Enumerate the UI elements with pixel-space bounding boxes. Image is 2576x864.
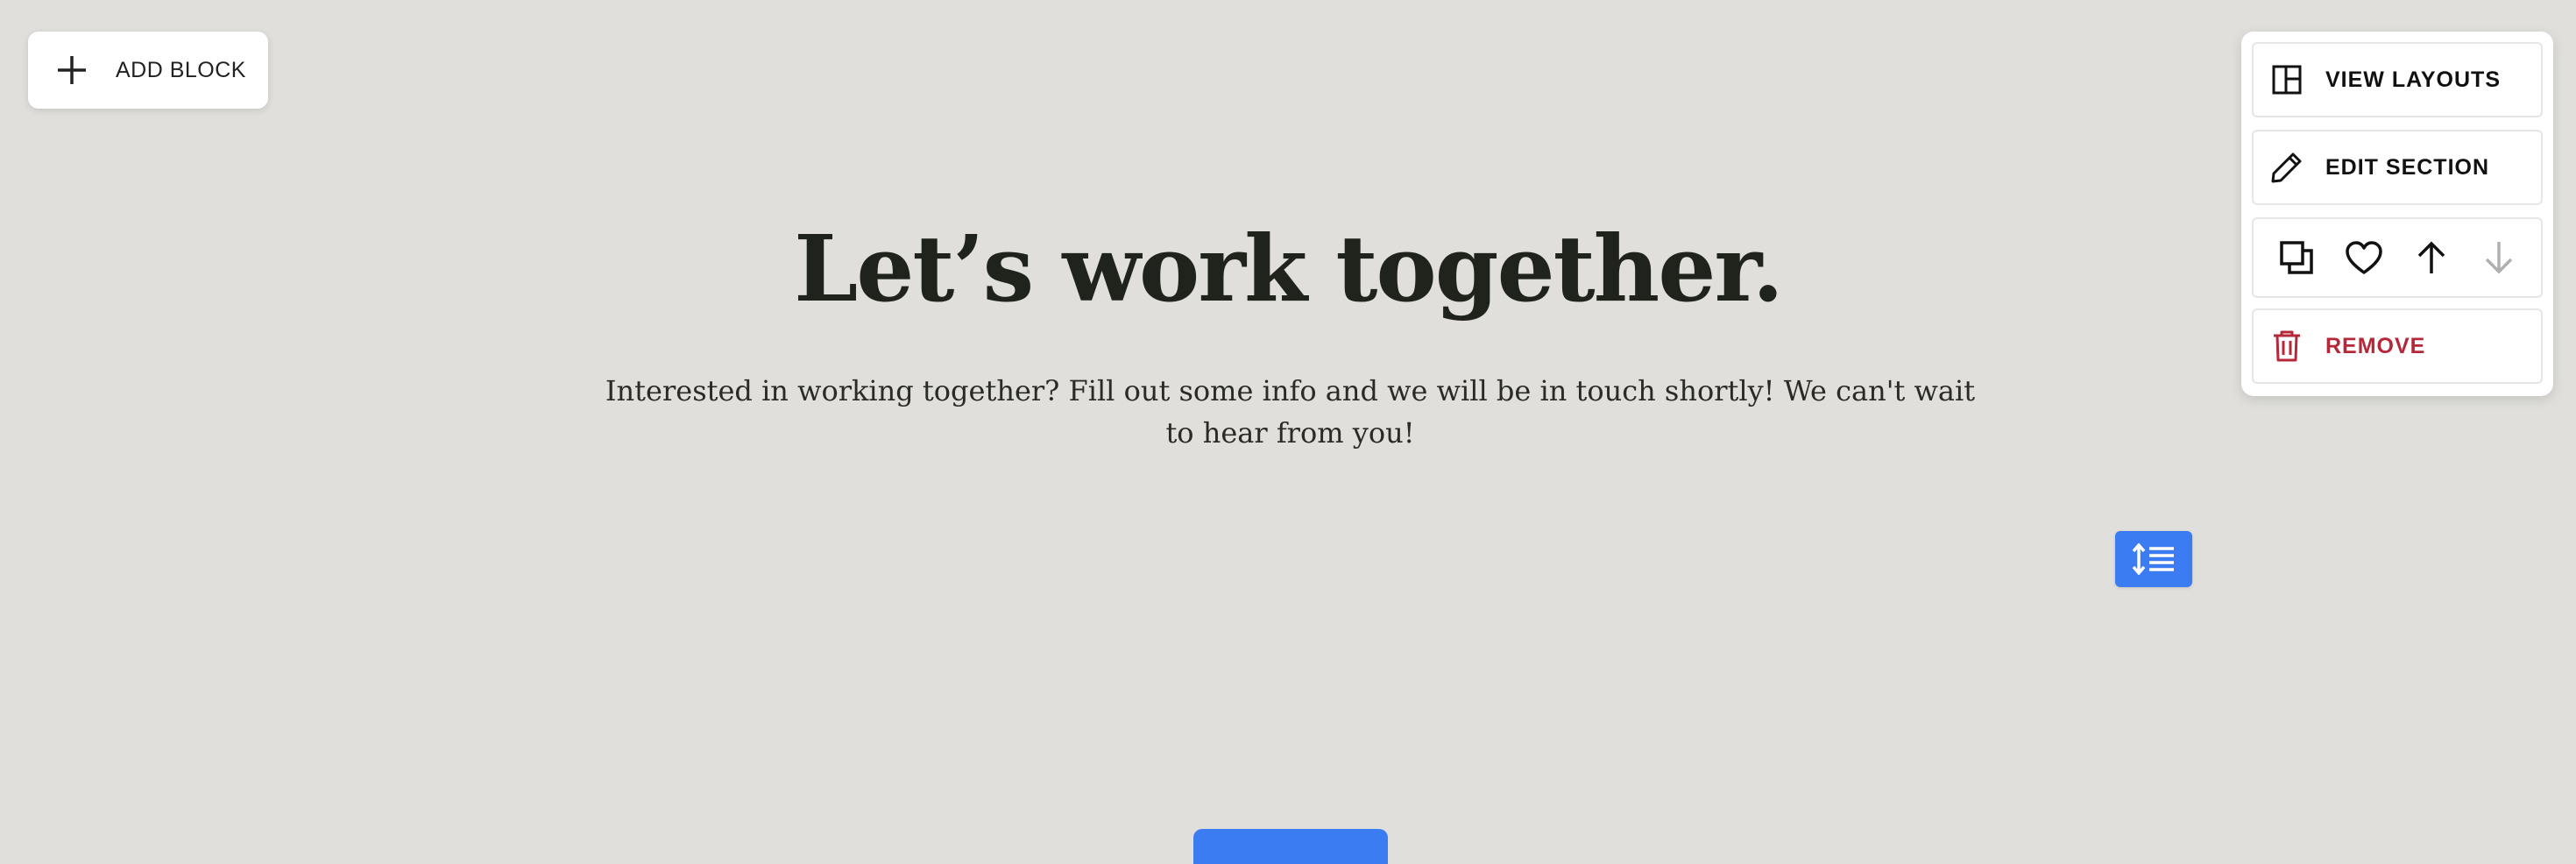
move-down-button[interactable] <box>2474 233 2523 282</box>
duplicate-icon[interactable] <box>2272 233 2321 282</box>
pencil-icon <box>2269 150 2304 185</box>
section-bottom-button[interactable] <box>1193 829 1388 864</box>
heart-icon[interactable] <box>2339 233 2388 282</box>
trash-icon <box>2269 329 2304 364</box>
line-spacing-icon <box>2132 543 2174 575</box>
view-layouts-button[interactable]: VIEW LAYOUTS <box>2252 42 2543 117</box>
view-layouts-label: VIEW LAYOUTS <box>2325 67 2501 92</box>
section-heading: Let’s work together. <box>794 215 1784 322</box>
section-actions-panel: VIEW LAYOUTS EDIT SECTION REMOVE <box>2241 32 2553 396</box>
section-icon-actions <box>2252 217 2543 298</box>
remove-label: REMOVE <box>2325 333 2426 358</box>
plus-icon <box>54 53 89 88</box>
add-block-button[interactable]: ADD BLOCK <box>28 32 268 109</box>
move-up-button[interactable] <box>2407 233 2456 282</box>
edit-section-label: EDIT SECTION <box>2325 154 2490 180</box>
add-block-label: ADD BLOCK <box>116 57 246 82</box>
edit-section-button[interactable]: EDIT SECTION <box>2252 130 2543 205</box>
arrow-up-icon <box>2417 241 2445 273</box>
remove-section-button[interactable]: REMOVE <box>2252 308 2543 384</box>
section-spacing-button[interactable] <box>2115 531 2192 587</box>
section-description: Interested in working together? Fill out… <box>605 374 1976 450</box>
arrow-down-icon <box>2485 242 2512 274</box>
layout-icon <box>2269 62 2304 97</box>
